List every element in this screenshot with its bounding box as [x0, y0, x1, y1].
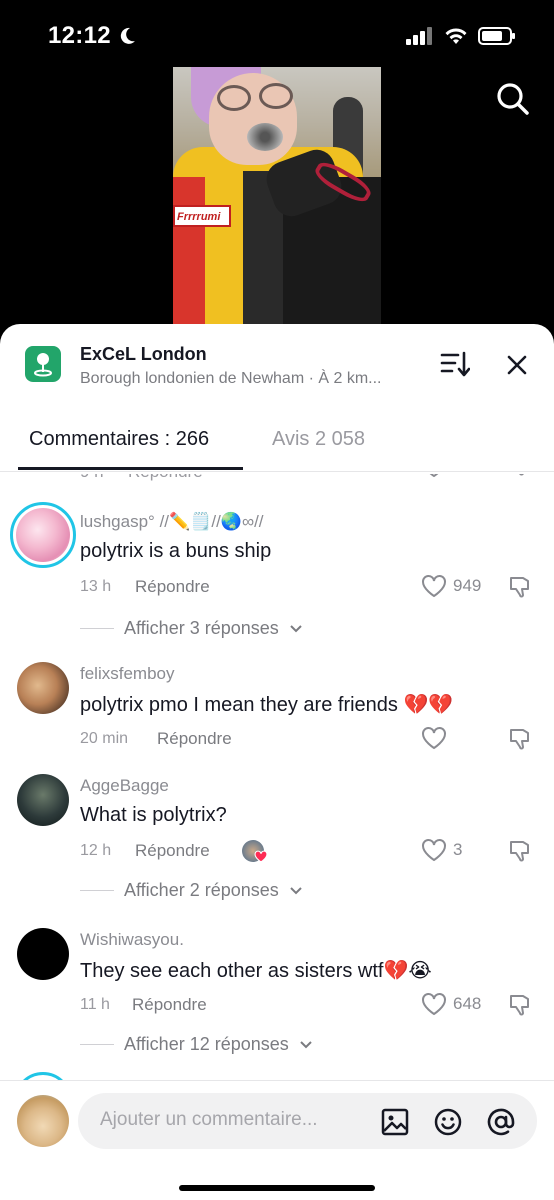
location-title[interactable]: ExCeL London [80, 344, 207, 365]
like-count: 2 [453, 474, 462, 476]
creator-liked-badge [242, 840, 270, 864]
view-replies-label: Afficher 12 réponses [124, 1034, 289, 1054]
comment-item: AggeBagge What is polytrix? 12 h Répondr… [0, 772, 554, 912]
dislike-icon[interactable] [507, 726, 533, 752]
mention-icon[interactable] [486, 1107, 516, 1137]
status-time: 12:12 [48, 22, 137, 50]
chevron-down-icon [290, 886, 302, 894]
comment-time: 20 min [80, 730, 129, 747]
thumb-label-patch: Frrrrumi [173, 205, 231, 227]
comment-item: lushgasp° //✏️🗒️//🌏∞// polytrix is a bun… [0, 498, 554, 648]
battery-icon [478, 27, 515, 45]
like-button[interactable]: 648 [421, 992, 481, 1016]
comment-time: 9 h [80, 474, 104, 482]
chevron-down-icon [300, 1040, 312, 1048]
avatar[interactable] [17, 662, 69, 714]
divider [80, 1044, 114, 1045]
view-replies-button[interactable]: Afficher 3 réponses [80, 618, 303, 639]
comment-text: What is polytrix? [80, 804, 227, 826]
comments-sheet: ExCeL London Borough londonien de Newham… [0, 324, 554, 1200]
heart-icon [422, 727, 446, 750]
comment-input-container[interactable] [78, 1093, 537, 1149]
comment-input[interactable] [100, 1109, 350, 1131]
like-button[interactable]: 2 [421, 474, 462, 478]
location-subtitle: Borough londonien de Newham · À 2 km... [80, 370, 382, 387]
avatar[interactable] [10, 502, 76, 568]
chevron-down-icon [290, 624, 302, 632]
dislike-icon[interactable] [507, 474, 533, 478]
image-icon[interactable] [380, 1107, 410, 1137]
comment-username[interactable]: felixsfemboy [80, 664, 174, 684]
sort-icon[interactable] [440, 350, 470, 378]
dislike-icon[interactable] [507, 992, 533, 1018]
tab-comments[interactable]: Commentaires : 266 [29, 428, 209, 451]
heart-icon [422, 575, 446, 598]
tab-underline [18, 467, 243, 470]
heart-icon [429, 474, 439, 478]
heart-icon [422, 839, 446, 862]
my-avatar[interactable] [17, 1095, 69, 1147]
dislike-icon[interactable] [507, 838, 533, 864]
avatar[interactable] [17, 928, 69, 980]
comment-list[interactable]: 9 h Répondre 2 lushgasp° //✏️🗒️//🌏∞// po… [0, 474, 554, 1080]
tab-reviews[interactable]: Avis 2 058 [272, 428, 365, 451]
wifi-icon [445, 28, 467, 44]
thumb-glasses-right [259, 83, 293, 109]
view-replies-label: Afficher 2 réponses [124, 880, 279, 900]
heart-icon [422, 993, 446, 1016]
divider [80, 890, 114, 891]
like-count: 949 [453, 576, 482, 595]
avatar[interactable] [17, 774, 69, 826]
like-count: 3 [453, 840, 463, 859]
comment-item: felixsfemboy polytrix pmo I mean they ar… [0, 660, 554, 760]
reply-button[interactable]: Répondre [135, 577, 210, 597]
comment-username[interactable]: AggeBagge [80, 776, 169, 796]
comment-text: They see each other as sisters wtf💔😭 [80, 960, 432, 982]
reply-button[interactable]: Répondre [157, 729, 232, 749]
comment-text: polytrix is a buns ship [80, 540, 272, 562]
like-count: 648 [453, 994, 482, 1013]
like-button[interactable]: 3 [421, 838, 462, 862]
location-header[interactable]: ExCeL London Borough londonien de Newham… [0, 324, 554, 410]
video-thumbnail[interactable]: Frrrrumi [173, 67, 381, 329]
heart-badge-icon [254, 850, 268, 863]
comment-text: polytrix pmo I mean they are friends 💔💔 [80, 694, 454, 716]
partial-comment-row: 9 h Répondre 2 [0, 474, 554, 484]
home-indicator [179, 1185, 375, 1191]
dislike-icon[interactable] [507, 574, 533, 600]
status-bar: 12:12 [0, 0, 554, 64]
signal-icon [406, 27, 432, 45]
comment-time: 13 h [80, 578, 112, 595]
like-button[interactable]: 949 [421, 574, 481, 598]
thumb-glasses-left [217, 85, 251, 111]
reply-button[interactable]: Répondre [132, 995, 207, 1015]
video-area[interactable]: Frrrrumi [0, 64, 554, 334]
comment-time: 12 h [80, 842, 112, 859]
moon-icon [120, 27, 135, 44]
comment-input-bar [0, 1080, 554, 1200]
like-button[interactable] [421, 726, 453, 750]
view-replies-label: Afficher 3 réponses [124, 618, 279, 638]
status-icons [406, 26, 516, 46]
tab-bar: Commentaires : 266 Avis 2 058 [0, 420, 554, 472]
thumb-microphone [247, 123, 283, 151]
emoji-icon[interactable] [433, 1107, 463, 1137]
comment-item: Wishiwasyou. They see each other as sist… [0, 926, 554, 1076]
divider [80, 628, 114, 629]
comment-username[interactable]: Wishiwasyou. [80, 930, 184, 950]
thumb-jacket-trim [173, 177, 205, 329]
clock: 12:12 [48, 22, 111, 49]
search-icon[interactable] [496, 82, 530, 116]
reply-button[interactable]: Répondre [128, 474, 203, 482]
close-icon[interactable] [504, 352, 530, 378]
reply-button[interactable]: Répondre [135, 841, 210, 861]
view-replies-button[interactable]: Afficher 12 réponses [80, 1034, 313, 1055]
view-replies-button[interactable]: Afficher 2 réponses [80, 880, 303, 901]
comment-time: 11 h [80, 996, 110, 1013]
comment-username[interactable]: lushgasp° //✏️🗒️//🌏∞// [80, 512, 264, 532]
location-pin-icon [25, 346, 61, 382]
